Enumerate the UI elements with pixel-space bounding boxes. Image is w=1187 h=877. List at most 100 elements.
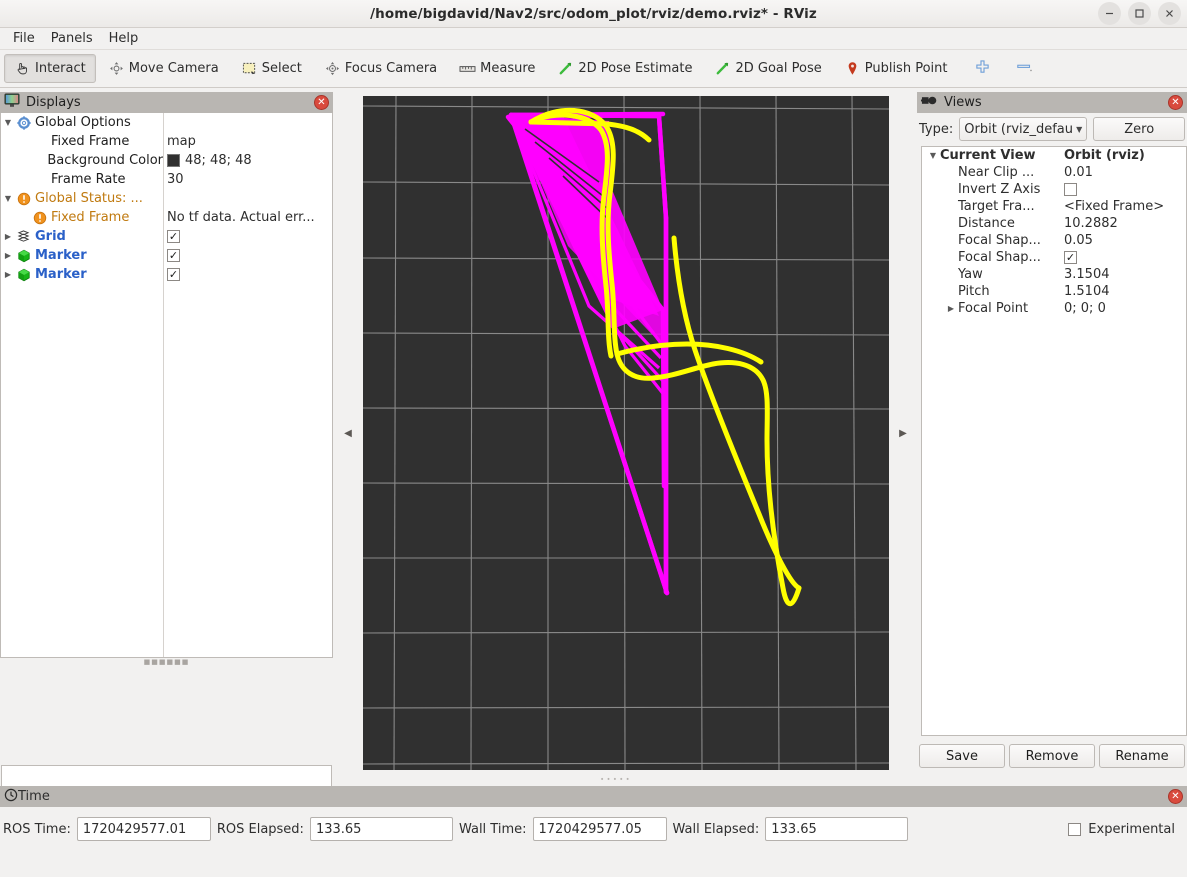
viewport-background <box>363 96 889 770</box>
tool-publish-point[interactable]: Publish Point <box>834 54 958 83</box>
display-row-value-cell[interactable]: ✓ <box>163 249 332 262</box>
display-enabled-checkbox[interactable]: ✓ <box>167 268 180 281</box>
tool-interact[interactable]: Interact <box>4 54 96 83</box>
display-row-name-cell: Fixed Frame <box>1 210 163 225</box>
view-property-row[interactable]: Invert Z Axis <box>922 181 1186 198</box>
background-color-swatch[interactable] <box>167 154 180 167</box>
view-property-value-cell[interactable]: <Fixed Frame> <box>1064 199 1186 214</box>
display-row-value-cell[interactable]: 48; 48; 48 <box>163 153 332 168</box>
twisty-collapsed-icon[interactable]: ▶ <box>1 232 15 241</box>
view-property-row[interactable]: Near Clip ... 0.01 <box>922 164 1186 181</box>
experimental-toggle-group: Experimental <box>1068 822 1187 837</box>
display-row-label: Frame Rate <box>51 172 126 187</box>
twisty-expanded-icon[interactable]: ▼ <box>1 118 15 127</box>
caret-right-icon[interactable]: ▶ <box>899 428 907 439</box>
caret-left-icon[interactable]: ◀ <box>344 428 352 439</box>
view-type-combo[interactable]: Orbit (rviz_defau ▼ <box>959 117 1088 141</box>
view-property-row[interactable]: Focal Shap... ✓ <box>922 249 1186 266</box>
view-property-row[interactable]: Pitch 1.5104 <box>922 283 1186 300</box>
display-enabled-checkbox[interactable]: ✓ <box>167 249 180 262</box>
view-property-row[interactable]: Yaw 3.1504 <box>922 266 1186 283</box>
view-property-value-cell[interactable]: 0; 0; 0 <box>1064 301 1186 316</box>
menu-panels[interactable]: Panels <box>43 29 101 48</box>
view-property-checkbox[interactable]: ✓ <box>1064 251 1077 264</box>
remove-tool-button[interactable] <box>1016 59 1034 78</box>
view-property-value-cell[interactable]: 1.5104 <box>1064 284 1186 299</box>
view-property-value-cell[interactable]: 3.1504 <box>1064 267 1186 282</box>
view-property-row[interactable]: Focal Shap... 0.05 <box>922 232 1186 249</box>
view-property-value: 1.5104 <box>1064 284 1110 299</box>
display-row-value-cell[interactable]: 30 <box>163 172 332 187</box>
view-property-value-cell[interactable]: 0.01 <box>1064 165 1186 180</box>
tool-measure-label: Measure <box>480 61 536 76</box>
views-tree[interactable]: ▼ Current View Orbit (rviz) Near Clip ... 0.… <box>921 146 1187 736</box>
views-close-icon[interactable]: ✕ <box>1168 95 1183 110</box>
display-row[interactable]: ▶ Marker ✓ <box>1 265 332 284</box>
ros-time-input[interactable]: 1720429577.01 <box>76 817 211 841</box>
ros-elapsed-input[interactable]: 133.65 <box>309 817 453 841</box>
twisty-collapsed-icon[interactable]: ▶ <box>1 251 15 260</box>
view-property-row[interactable]: Target Fra... <Fixed Frame> <box>922 198 1186 215</box>
view-property-value-cell[interactable]: 0.05 <box>1064 233 1186 248</box>
remove-view-button[interactable]: Remove <box>1009 744 1095 768</box>
view-property-value: 10.2882 <box>1064 216 1118 231</box>
tool-focus-camera[interactable]: Focus Camera <box>314 54 447 83</box>
wall-elapsed-input[interactable]: 133.65 <box>765 817 909 841</box>
menu-help[interactable]: Help <box>101 29 147 48</box>
twisty-collapsed-icon[interactable]: ▶ <box>944 304 958 313</box>
right-splitter[interactable]: ▶ <box>895 96 911 770</box>
display-enabled-checkbox[interactable]: ✓ <box>167 230 180 243</box>
add-tool-button[interactable] <box>975 59 990 78</box>
twisty-expanded-icon[interactable]: ▼ <box>1 194 15 203</box>
goal-arrow-icon <box>714 60 731 77</box>
minimize-button[interactable] <box>1098 2 1121 25</box>
view-property-value-cell[interactable] <box>1064 183 1186 196</box>
view-property-value-cell[interactable]: 10.2882 <box>1064 216 1186 231</box>
tool-2d-pose-estimate[interactable]: 2D Pose Estimate <box>547 54 702 83</box>
window-controls <box>1098 2 1181 25</box>
view-property-value-cell[interactable]: Orbit (rviz) <box>1064 148 1186 163</box>
rename-view-button[interactable]: Rename <box>1099 744 1185 768</box>
render-viewport-3d[interactable] <box>363 96 889 770</box>
wall-time-label: Wall Time: <box>458 821 527 837</box>
display-row-value-cell[interactable]: map <box>163 134 332 149</box>
view-property-row[interactable]: ▶ Focal Point 0; 0; 0 <box>922 300 1186 317</box>
zero-view-button[interactable]: Zero <box>1093 117 1186 141</box>
blank-icon <box>31 134 48 149</box>
tool-select[interactable]: Select <box>231 54 312 83</box>
tool-measure[interactable]: Measure <box>449 54 545 83</box>
view-property-checkbox[interactable] <box>1064 183 1077 196</box>
display-row[interactable]: ▼ Global Status: ... <box>1 189 332 208</box>
display-row-value-cell[interactable]: No tf data. Actual err... <box>163 210 332 225</box>
display-row[interactable]: ▶ Grid ✓ <box>1 227 332 246</box>
tool-move-camera[interactable]: Move Camera <box>98 54 229 83</box>
display-row[interactable]: ▶ Marker ✓ <box>1 246 332 265</box>
display-row[interactable]: ▼ Global Options <box>1 113 332 132</box>
time-close-icon[interactable]: ✕ <box>1168 789 1183 804</box>
display-row[interactable]: Frame Rate 30 <box>1 170 332 189</box>
viewport-bottom-gripper[interactable]: ∙∙∙∙∙ <box>600 775 632 783</box>
twisty-expanded-icon[interactable]: ▼ <box>926 151 940 160</box>
display-row-label: Global Status: ... <box>35 191 143 206</box>
displays-tree[interactable]: ▼ Global Options Fixed Frame map Background … <box>0 113 333 658</box>
view-property-value-cell[interactable]: ✓ <box>1064 251 1186 264</box>
display-row[interactable]: Fixed Frame map <box>1 132 332 151</box>
close-button[interactable] <box>1158 2 1181 25</box>
display-row[interactable]: Fixed Frame No tf data. Actual err... <box>1 208 332 227</box>
displays-splitter-handle[interactable]: ■■■■■■ <box>0 658 333 666</box>
maximize-button[interactable] <box>1128 2 1151 25</box>
displays-close-icon[interactable]: ✕ <box>314 95 329 110</box>
warning-icon <box>15 191 32 206</box>
wall-time-input[interactable]: 1720429577.05 <box>532 817 667 841</box>
display-row[interactable]: Background Color 48; 48; 48 <box>1 151 332 170</box>
view-property-row[interactable]: ▼ Current View Orbit (rviz) <box>922 147 1186 164</box>
tool-2d-goal-pose[interactable]: 2D Goal Pose <box>704 54 831 83</box>
twisty-collapsed-icon[interactable]: ▶ <box>1 270 15 279</box>
menu-file[interactable]: File <box>5 29 43 48</box>
display-row-value-cell[interactable]: ✓ <box>163 230 332 243</box>
display-row-value-cell[interactable]: ✓ <box>163 268 332 281</box>
experimental-checkbox[interactable] <box>1068 822 1082 836</box>
save-view-button[interactable]: Save <box>919 744 1005 768</box>
left-splitter[interactable]: ◀ <box>340 96 356 770</box>
view-property-row[interactable]: Distance 10.2882 <box>922 215 1186 232</box>
